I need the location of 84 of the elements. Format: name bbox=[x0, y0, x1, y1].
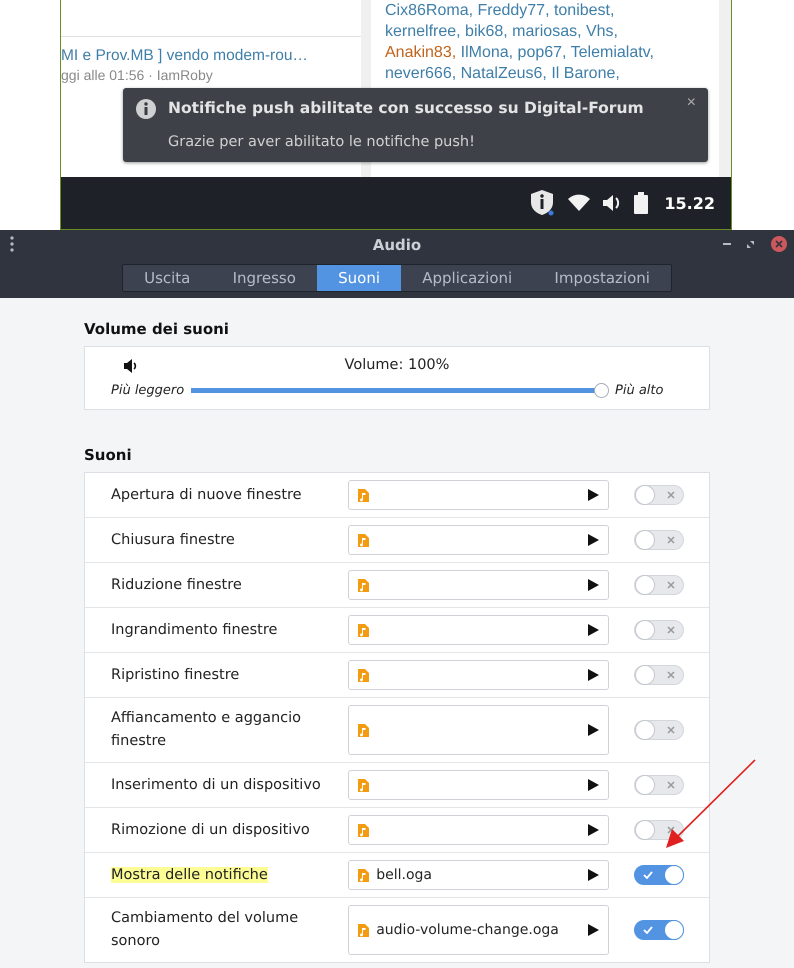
sound-event-label: Riduzione finestre bbox=[111, 576, 242, 592]
play-icon[interactable] bbox=[588, 669, 600, 681]
sound-event-label: Cambiamento del volume sonoro bbox=[111, 910, 298, 949]
cross-icon bbox=[667, 581, 676, 589]
speaker-icon bbox=[123, 358, 139, 374]
music-file-icon bbox=[358, 534, 370, 546]
online-user-names[interactable]: kernelfree, bik68, mariosas, Vhs, bbox=[385, 23, 618, 40]
play-icon[interactable] bbox=[588, 824, 600, 836]
sound-file-field[interactable] bbox=[348, 570, 610, 600]
tab[interactable]: Uscita bbox=[123, 265, 212, 291]
play-icon[interactable] bbox=[588, 724, 600, 736]
sound-file-field[interactable] bbox=[348, 660, 610, 690]
check-icon bbox=[643, 926, 654, 934]
toggle-switch[interactable] bbox=[634, 920, 684, 940]
music-file-icon bbox=[358, 488, 370, 502]
online-user-names[interactable]: Anakin83, bbox=[385, 44, 456, 61]
play-icon[interactable] bbox=[588, 624, 600, 636]
music-file-icon bbox=[358, 824, 370, 836]
online-user-names[interactable]: never666, NatalZeus6, Il Barone, bbox=[385, 65, 620, 82]
cross-icon bbox=[667, 626, 676, 634]
tab[interactable]: Suoni bbox=[317, 265, 402, 291]
sound-file-field[interactable] bbox=[348, 815, 610, 845]
section-heading: Suoni bbox=[84, 446, 133, 464]
check-icon bbox=[643, 871, 654, 879]
shield-icon[interactable] bbox=[530, 189, 556, 217]
music-file-icon bbox=[358, 868, 370, 882]
notification-title: Notifiche push abilitate con successo su Digital-Forum bbox=[168, 99, 644, 117]
play-icon[interactable] bbox=[588, 924, 600, 936]
notification-body: Grazie per aver abilitato le notifiche push! bbox=[168, 134, 475, 150]
tab[interactable]: Ingresso bbox=[212, 265, 318, 291]
sound-file-field[interactable] bbox=[348, 480, 610, 510]
cross-icon bbox=[667, 491, 676, 499]
music-file-icon bbox=[358, 924, 370, 936]
online-user-names[interactable]: Cix86Roma, Freddy77, tonibest, bbox=[385, 2, 614, 19]
tab[interactable]: Impostazioni bbox=[533, 265, 672, 291]
play-icon[interactable] bbox=[588, 579, 600, 591]
topic-link[interactable]: MI e Prov.MB ] vendo modem-rou… bbox=[61, 47, 308, 65]
clock-text: 15.22 bbox=[664, 194, 715, 212]
sound-event-label: Ingrandimento finestre bbox=[111, 622, 278, 638]
sound-file-field[interactable] bbox=[348, 770, 610, 800]
toggle-switch[interactable] bbox=[634, 865, 684, 885]
topic-meta: ggi alle 01:56 · IamRoby bbox=[61, 67, 213, 83]
play-icon[interactable] bbox=[588, 489, 600, 501]
music-file-icon bbox=[358, 624, 370, 636]
slider-min-label: Più leggero bbox=[111, 383, 184, 398]
close-icon[interactable] bbox=[770, 235, 788, 253]
cross-icon bbox=[667, 671, 676, 679]
play-icon[interactable] bbox=[588, 534, 600, 546]
slider-max-label: Più alto bbox=[615, 383, 664, 398]
volume-reading: Volume: 100% bbox=[344, 357, 450, 373]
info-icon bbox=[135, 98, 157, 120]
music-file-icon bbox=[358, 668, 370, 682]
sound-event-label: Chiusura finestre bbox=[111, 532, 235, 548]
maximize-icon[interactable] bbox=[747, 240, 754, 248]
music-file-icon bbox=[358, 778, 370, 792]
sound-event-label: Affiancamento e aggancio finestre bbox=[111, 710, 302, 749]
sound-event-label: Apertura di nuove finestre bbox=[111, 486, 302, 502]
window-title: Audio bbox=[372, 236, 422, 254]
wifi-icon[interactable] bbox=[568, 194, 590, 212]
play-icon[interactable] bbox=[588, 779, 600, 791]
sound-file-name: audio-volume-change.oga bbox=[376, 922, 559, 938]
cross-icon bbox=[667, 826, 676, 834]
sound-event-label: Ripristino finestre bbox=[111, 666, 240, 682]
music-file-icon bbox=[358, 724, 370, 736]
sound-event-label: Inserimento di un dispositivo bbox=[111, 776, 321, 792]
music-file-icon bbox=[358, 578, 370, 592]
sound-file-field[interactable] bbox=[348, 525, 610, 555]
menu-icon[interactable] bbox=[10, 236, 14, 252]
battery-icon[interactable] bbox=[634, 192, 648, 214]
sound-event-label: Rimozione di un dispositivo bbox=[111, 822, 310, 838]
sound-file-field[interactable] bbox=[348, 705, 610, 755]
sound-file-field[interactable]: bell.oga bbox=[348, 860, 610, 890]
cross-icon bbox=[667, 781, 676, 789]
cross-icon bbox=[667, 726, 676, 734]
sound-file-field[interactable]: audio-volume-change.oga bbox=[348, 905, 610, 955]
sound-file-field[interactable] bbox=[348, 615, 610, 645]
online-user-names[interactable]: IlMona, pop67, Telemialatv, bbox=[460, 44, 654, 61]
play-icon[interactable] bbox=[588, 869, 600, 881]
tab[interactable]: Applicazioni bbox=[401, 265, 534, 291]
sound-event-label: Mostra delle notifiche bbox=[111, 866, 268, 882]
sound-file-name: bell.oga bbox=[376, 867, 432, 883]
cross-icon bbox=[667, 536, 676, 544]
close-button[interactable]: × bbox=[684, 94, 698, 112]
section-heading: Volume dei suoni bbox=[84, 320, 230, 338]
